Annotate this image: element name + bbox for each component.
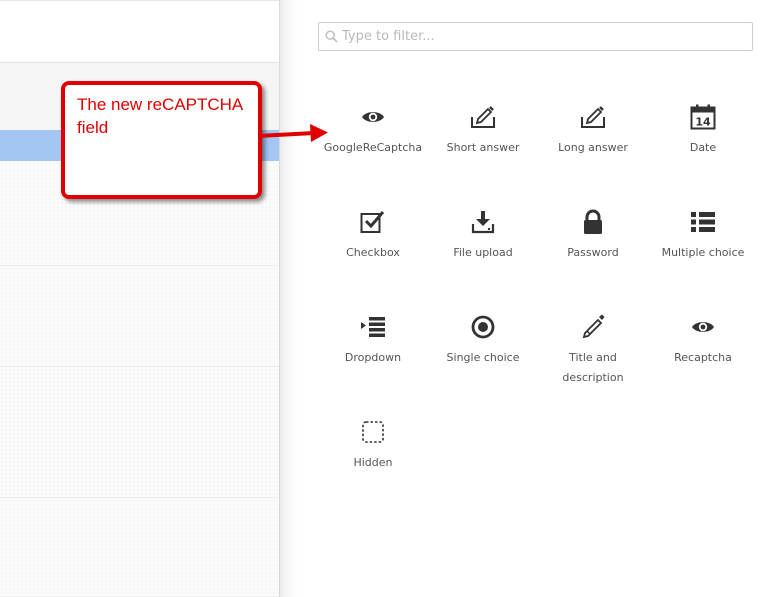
eye-icon [692, 322, 714, 332]
form-row[interactable] [0, 368, 279, 498]
field-type-label: Dropdown [344, 351, 402, 364]
field-type-label: Password [567, 246, 619, 259]
field-type-short-answer[interactable]: Short answer [428, 104, 538, 158]
field-type-dropdown[interactable]: Dropdown [318, 314, 428, 368]
field-type-label: Single choice [446, 351, 520, 364]
field-type-label: GoogleReCaptcha [323, 141, 423, 154]
field-type-single-choice[interactable]: Single choice [428, 314, 538, 368]
annotation-arrow-icon [258, 124, 328, 142]
field-type-label: Date [689, 141, 717, 154]
field-type-label: Multiple choice [661, 246, 745, 259]
list-icon [691, 212, 715, 232]
calendar-day-text: 14 [695, 116, 711, 129]
field-type-title-and-description[interactable]: Title and description [538, 314, 648, 388]
field-type-date[interactable]: 14 Date [648, 104, 758, 158]
field-type-label: Long answer [558, 141, 628, 154]
filter-box [318, 22, 753, 51]
field-type-label: Short answer [446, 141, 520, 154]
edit-icon [581, 106, 605, 128]
search-icon [325, 30, 338, 43]
checkbox-icon [360, 211, 385, 233]
calendar-icon: 14 [690, 104, 716, 130]
field-type-label: Recaptcha [674, 351, 732, 364]
field-type-googlerecaptcha[interactable]: GoogleReCaptcha [318, 104, 428, 158]
field-type-password[interactable]: Password [538, 209, 648, 263]
edit-icon [471, 106, 495, 128]
dashed-square-icon [362, 421, 384, 443]
field-type-hidden[interactable]: Hidden [318, 419, 428, 473]
field-type-label: File upload [453, 246, 513, 259]
panel-divider [279, 0, 298, 597]
form-row[interactable] [0, 499, 279, 597]
field-type-checkbox[interactable]: Checkbox [318, 209, 428, 263]
field-picker-panel: GoogleReCaptcha Short answer Long answer [298, 0, 767, 597]
field-type-recaptcha[interactable]: Recaptcha [648, 314, 758, 368]
pencil-icon [582, 314, 605, 339]
field-type-label: Checkbox [346, 246, 400, 259]
form-row[interactable] [0, 267, 279, 367]
field-type-long-answer[interactable]: Long answer [538, 104, 648, 158]
field-type-file-upload[interactable]: File upload [428, 209, 538, 263]
annotation-text: The new reCAPTCHA field [77, 95, 243, 137]
form-canvas-top [0, 0, 279, 62]
download-icon [471, 211, 495, 234]
lock-icon [584, 209, 602, 234]
field-type-label: Hidden [353, 456, 393, 469]
field-type-label: Title and description [562, 351, 624, 384]
filter-input[interactable] [342, 29, 742, 44]
eye-icon [362, 112, 384, 122]
field-type-multiple-choice[interactable]: Multiple choice [648, 209, 758, 263]
annotation-callout: The new reCAPTCHA field [61, 81, 262, 199]
radio-icon [471, 315, 495, 339]
indent-list-icon [361, 317, 385, 337]
